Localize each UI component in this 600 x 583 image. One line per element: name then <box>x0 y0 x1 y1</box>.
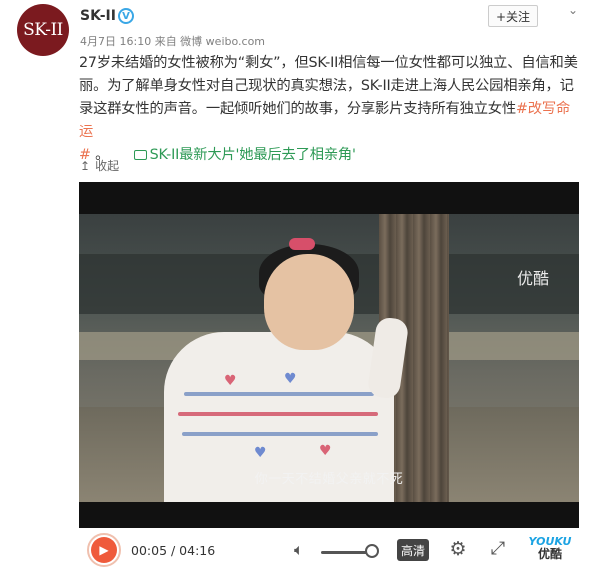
heart-icon: ♥ <box>224 373 237 389</box>
video-subtitle: 你一天不结婚父亲就不死 <box>254 472 404 487</box>
post-body-line-1: 27岁未结婚的女性被称为“剩女”，但SK-II相信每一位女性都可以独立、自信和美 <box>79 55 578 71</box>
post-body-line-2: 丽。为了解单身女性对自己现状的真实想法，SK-II走进上海人民公园相亲角，记 <box>79 78 574 94</box>
post-meta: 4月7日 16:10 来自 微博 weibo.com <box>80 35 266 48</box>
weibo-post-card: SK-II SK-II V 4月7日 16:10 来自 微博 weibo.com… <box>0 0 600 583</box>
link-icon <box>133 150 147 160</box>
heart-icon: ♥ <box>319 443 332 459</box>
video-frame[interactable]: ♥ ♥ ♥ ♥ 优酷 <box>79 214 579 502</box>
post-body-line-3: 录这群女性的声音。一起倾听她们的故事，分享影片支持所有独立女性 <box>79 101 516 117</box>
sweater-stripe <box>182 432 378 436</box>
youku-watermark: 优酷 <box>517 269 550 288</box>
child-face <box>264 254 354 350</box>
sweater-stripe <box>184 392 374 396</box>
post-body: 27岁未结婚的女性被称为“剩女”，但SK-II相信每一位女性都可以独立、自信和美… <box>79 52 584 167</box>
collapse-arrow-icon: ↥ <box>80 158 91 173</box>
volume-knob[interactable] <box>365 544 379 558</box>
play-button[interactable]: ▶ <box>87 533 121 567</box>
user-name[interactable]: SK-II <box>80 8 116 24</box>
time-display: 00:05 / 04:16 <box>131 543 216 558</box>
chevron-down-icon[interactable]: ⌄ <box>566 3 580 17</box>
collapse-label: 收起 <box>95 159 120 173</box>
avatar-text: SK-II <box>23 20 63 40</box>
verified-mark: V <box>122 10 130 22</box>
youku-logo: YOUKU 优酷 <box>525 535 575 561</box>
heart-icon: ♥ <box>254 445 267 461</box>
fullscreen-icon[interactable]: ⤢ <box>487 538 509 560</box>
follow-button[interactable]: +关注 <box>488 5 538 27</box>
follow-label: +关注 <box>495 9 531 24</box>
video-player[interactable]: ♥ ♥ ♥ ♥ 优酷 你一天不结婚父亲就不死 <box>79 182 579 577</box>
video-link[interactable]: SK-II最新大片'她最后去了相亲角' <box>150 147 356 163</box>
youku-logo-zh: 优酷 <box>537 547 562 561</box>
collapse-button[interactable]: ↥ 收起 <box>80 157 119 174</box>
verified-icon: V <box>118 8 134 24</box>
quality-button[interactable]: 高清 <box>397 539 429 561</box>
player-controls: ▶ 00:05 / 04:16 🔈︎ 高清 ⚙ ⤢ YOUKU 优酷 <box>79 528 579 577</box>
avatar[interactable]: SK-II <box>17 4 69 56</box>
heart-icon: ♥ <box>284 371 297 387</box>
volume-slider[interactable] <box>321 551 369 554</box>
volume-icon[interactable]: 🔈︎ <box>294 540 316 560</box>
gear-icon[interactable]: ⚙ <box>447 538 469 560</box>
play-icon: ▶ <box>91 537 117 563</box>
hair-bow <box>289 238 315 250</box>
sweater-stripe <box>178 412 378 416</box>
